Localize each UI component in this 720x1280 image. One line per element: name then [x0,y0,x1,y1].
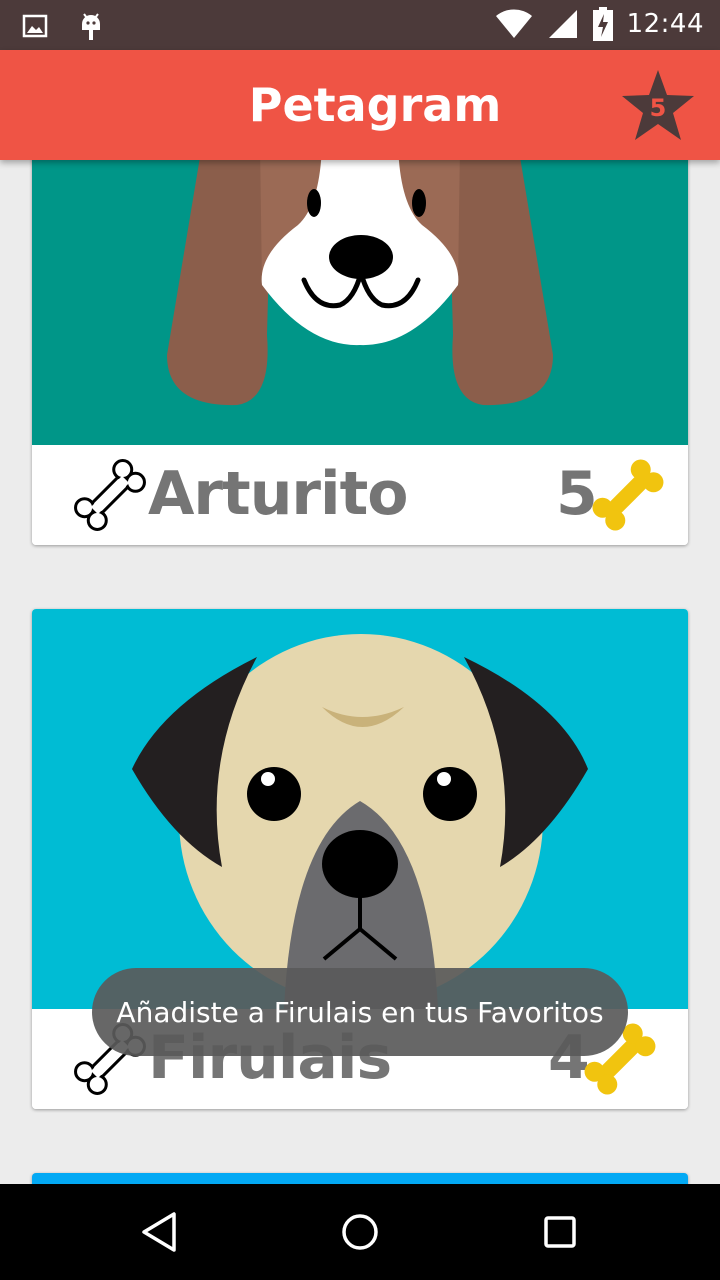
pet-photo [32,609,688,1009]
favorites-count: 5 [649,94,667,122]
app-title: Petagram [248,78,502,132]
wifi-icon [495,9,532,39]
like-bone-icon[interactable] [70,455,150,535]
pet-name: Arturito [148,459,408,529]
back-icon[interactable] [138,1210,182,1254]
app-bar: Petagram 5 [0,50,720,160]
rating-bone-icon [592,459,664,531]
toast-message: Añadiste a Firulais en tus Favoritos [92,968,628,1056]
image-notification-icon [22,14,48,38]
status-bar: 12:44 [0,0,720,50]
pet-card: Arturito 5 [32,160,688,545]
pet-card-footer: Arturito 5 [32,445,688,545]
pet-card [32,1173,688,1184]
battery-charging-icon [592,7,613,41]
clock: 12:44 [626,9,704,39]
recents-icon[interactable] [538,1210,582,1254]
android-notification-icon [82,13,100,40]
navigation-bar [0,1184,720,1280]
pet-photo [32,160,688,445]
signal-icon [548,10,577,38]
home-icon[interactable] [338,1210,382,1254]
